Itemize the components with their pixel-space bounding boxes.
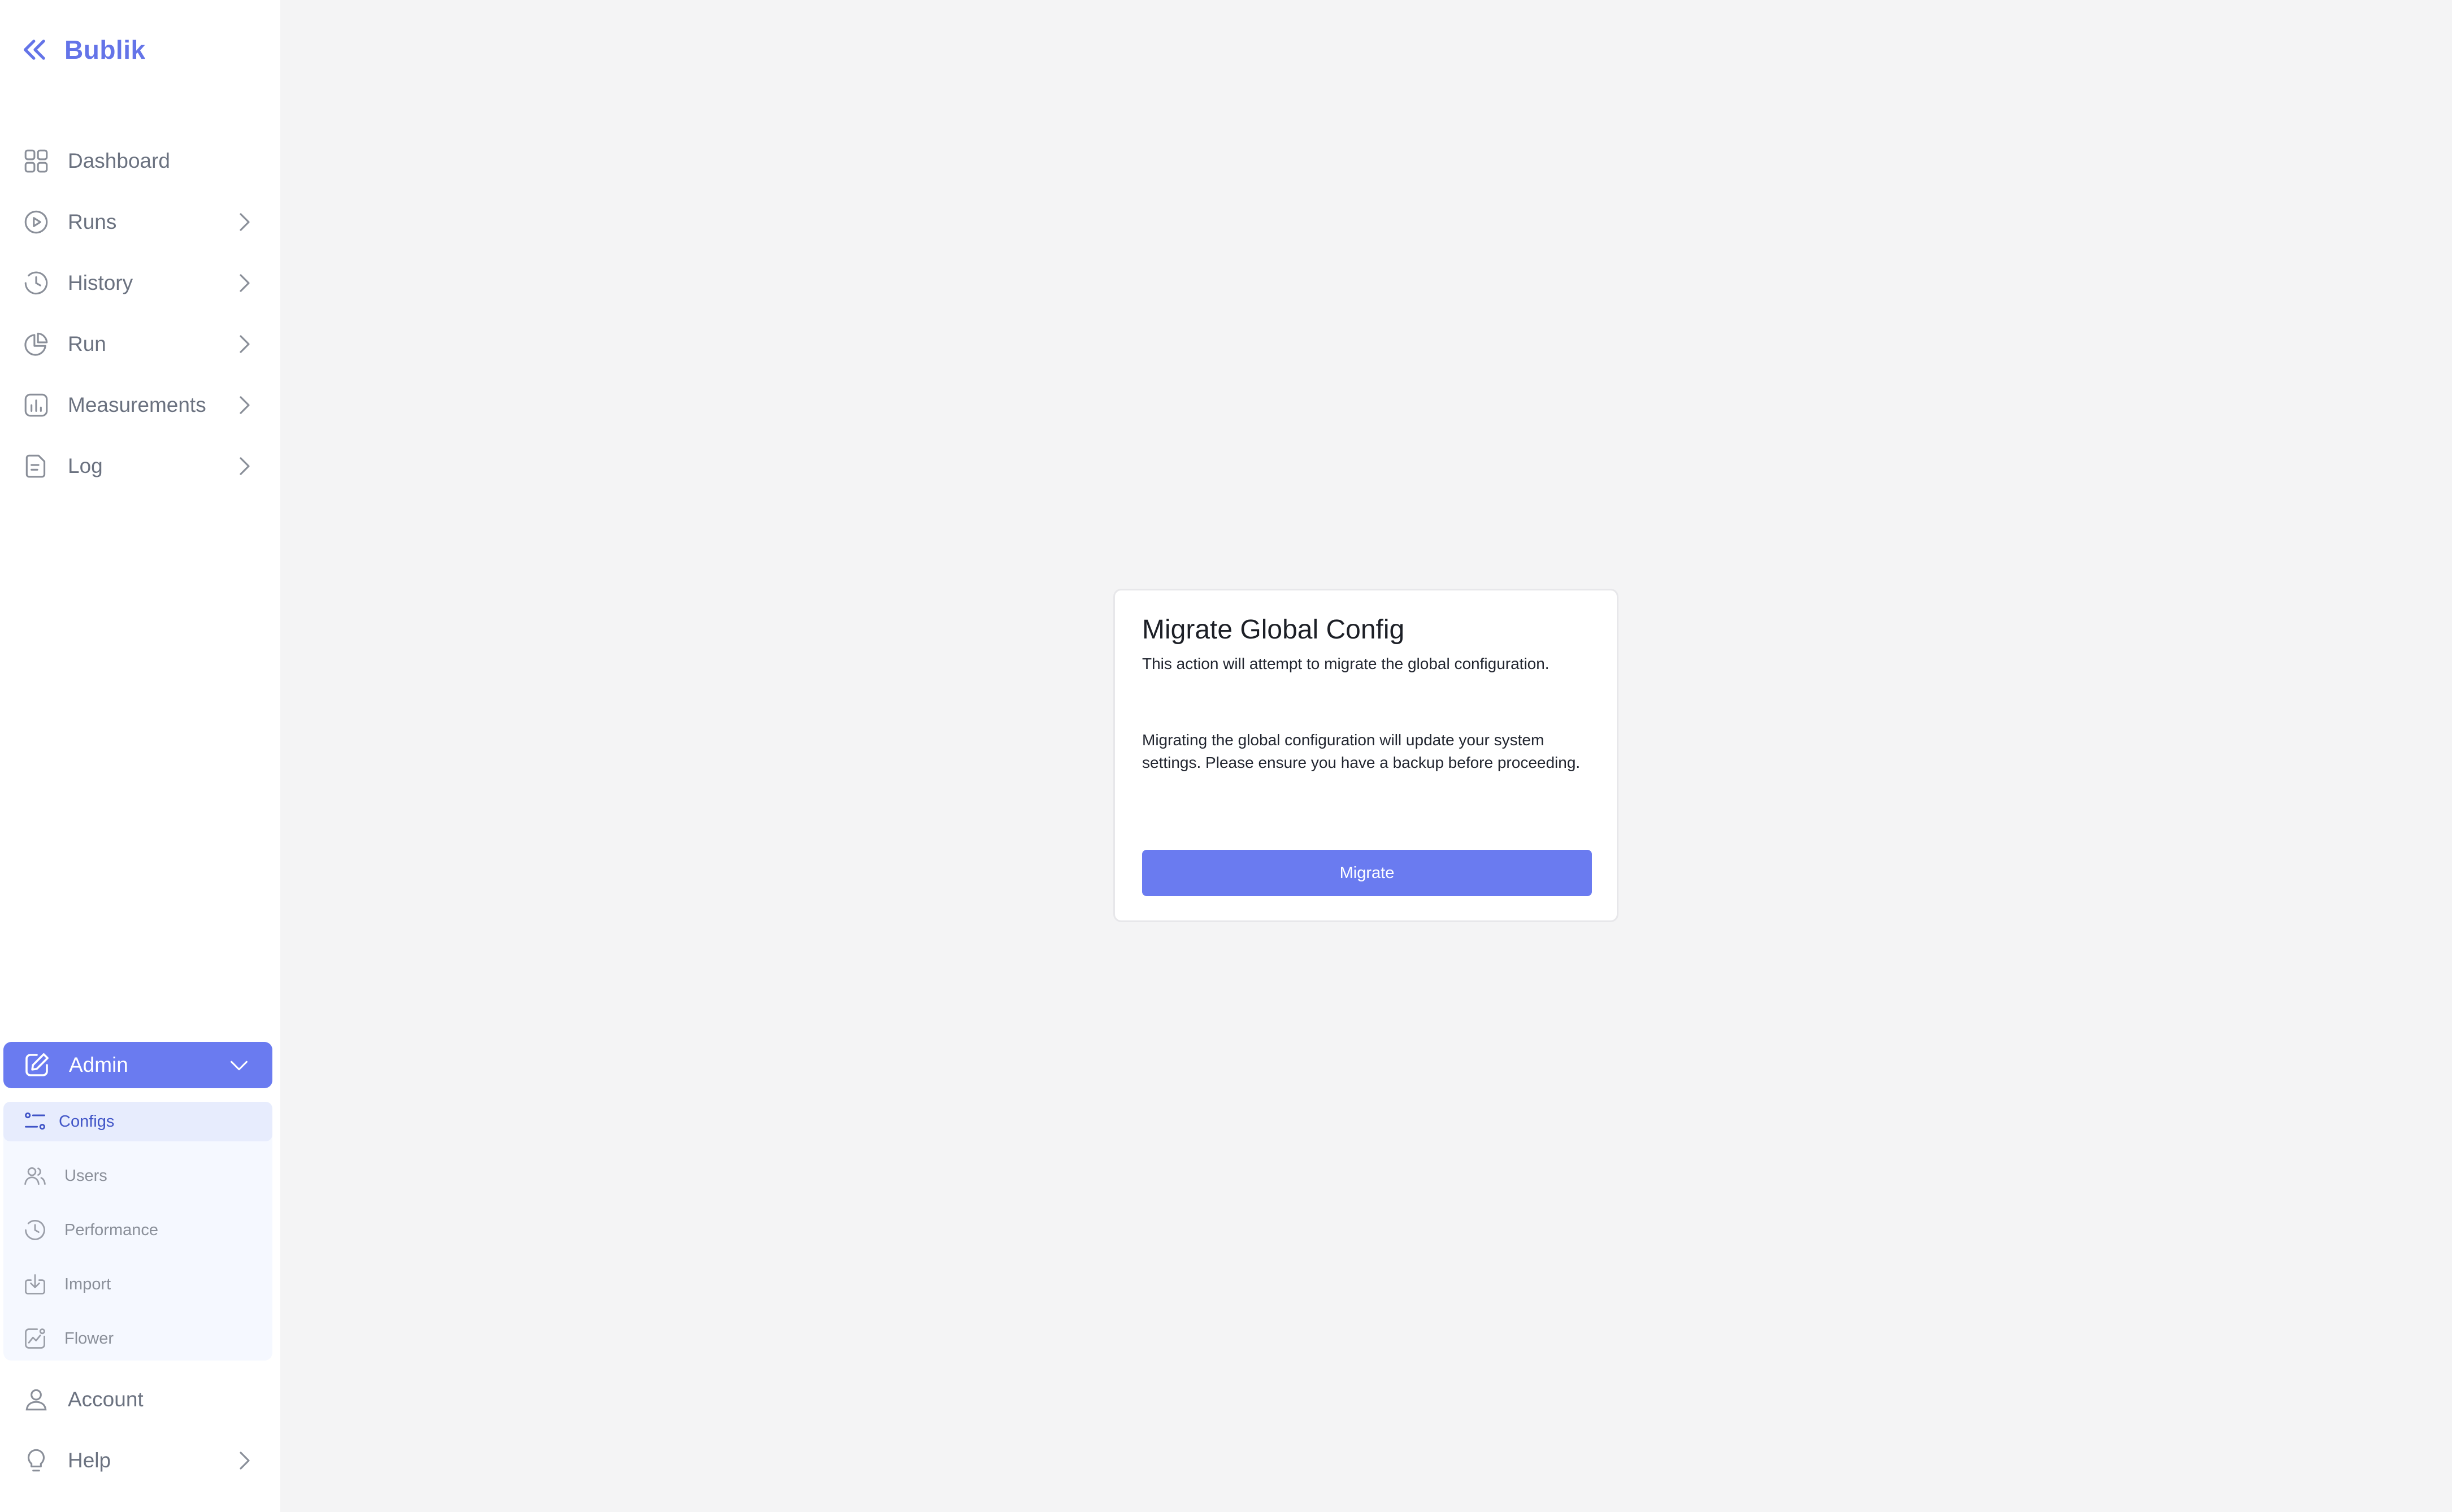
chevron-right-icon (231, 392, 258, 419)
edit-icon (21, 1050, 52, 1080)
nav-item-runs[interactable]: Runs (20, 199, 258, 245)
nav-item-admin[interactable]: Admin (3, 1042, 272, 1088)
sliders-icon (23, 1109, 47, 1134)
app-root: Bublik Dashboard Runs History Run Measur… (0, 0, 2452, 1512)
sub-item-label: Configs (59, 1112, 115, 1131)
nav-item-measurements[interactable]: Measurements (20, 383, 258, 428)
sidebar: Bublik Dashboard Runs History Run Measur… (0, 0, 280, 1512)
nav-item-label: Dashboard (68, 149, 171, 172)
admin-submenu: Configs Users Performance Import Flower (3, 1102, 272, 1361)
sub-item-configs[interactable]: Configs (3, 1102, 272, 1141)
clock-icon (20, 267, 52, 299)
dialog-description: This action will attempt to migrate the … (1142, 655, 1550, 672)
brand-logo[interactable]: Bublik (20, 32, 146, 68)
nav-item-label: History (68, 271, 133, 294)
nav-item-run[interactable]: Run (20, 321, 258, 367)
nav-item-label: Account (68, 1388, 144, 1411)
brand-name: Bublik (64, 35, 146, 64)
migrate-button[interactable]: Migrate (1142, 850, 1592, 896)
sub-item-flower[interactable]: Flower (3, 1319, 272, 1358)
chart-icon (23, 1326, 47, 1351)
nav-item-label: Run (68, 332, 106, 355)
sub-item-label: Import (64, 1275, 111, 1293)
chevron-right-icon (231, 1447, 258, 1474)
sub-item-import[interactable]: Import (3, 1265, 272, 1304)
lightbulb-icon (20, 1445, 52, 1476)
user-icon (20, 1384, 52, 1415)
sub-item-users[interactable]: Users (3, 1156, 272, 1196)
migrate-config-dialog: Migrate Global Config This action will a… (1113, 589, 1618, 922)
import-icon (23, 1272, 47, 1297)
pie-chart-icon (20, 328, 52, 360)
grid-icon (20, 145, 52, 177)
nav-item-label: Measurements (68, 393, 206, 416)
nav-item-label: Admin (69, 1053, 128, 1076)
nav-item-account[interactable]: Account (20, 1377, 258, 1422)
nav-item-dashboard[interactable]: Dashboard (20, 138, 258, 184)
sub-item-label: Performance (64, 1220, 159, 1239)
nav-item-help[interactable]: Help (20, 1438, 258, 1483)
users-icon (23, 1163, 47, 1188)
double-chevron-left-icon (24, 40, 45, 60)
bar-chart-icon (20, 389, 52, 421)
sub-item-performance[interactable]: Performance (3, 1210, 272, 1250)
chevron-right-icon (231, 453, 258, 480)
nav-item-label: Log (68, 454, 103, 477)
chevron-down-icon (226, 1052, 252, 1078)
chevron-right-icon (231, 208, 258, 236)
dialog-title: Migrate Global Config (1142, 615, 1405, 645)
sub-item-label: Users (64, 1166, 107, 1185)
nav-item-log[interactable]: Log (20, 444, 258, 489)
play-circle-icon (20, 206, 52, 238)
dialog-body: Migrating the global configuration will … (1142, 731, 1581, 771)
chevron-right-icon (231, 331, 258, 358)
chevron-right-icon (231, 270, 258, 297)
sub-item-label: Flower (64, 1329, 114, 1348)
nav-item-label: Runs (68, 210, 117, 233)
nav-item-history[interactable]: History (20, 260, 258, 306)
nav-item-label: Help (68, 1449, 111, 1472)
document-icon (20, 450, 52, 482)
clock-icon (23, 1218, 47, 1242)
